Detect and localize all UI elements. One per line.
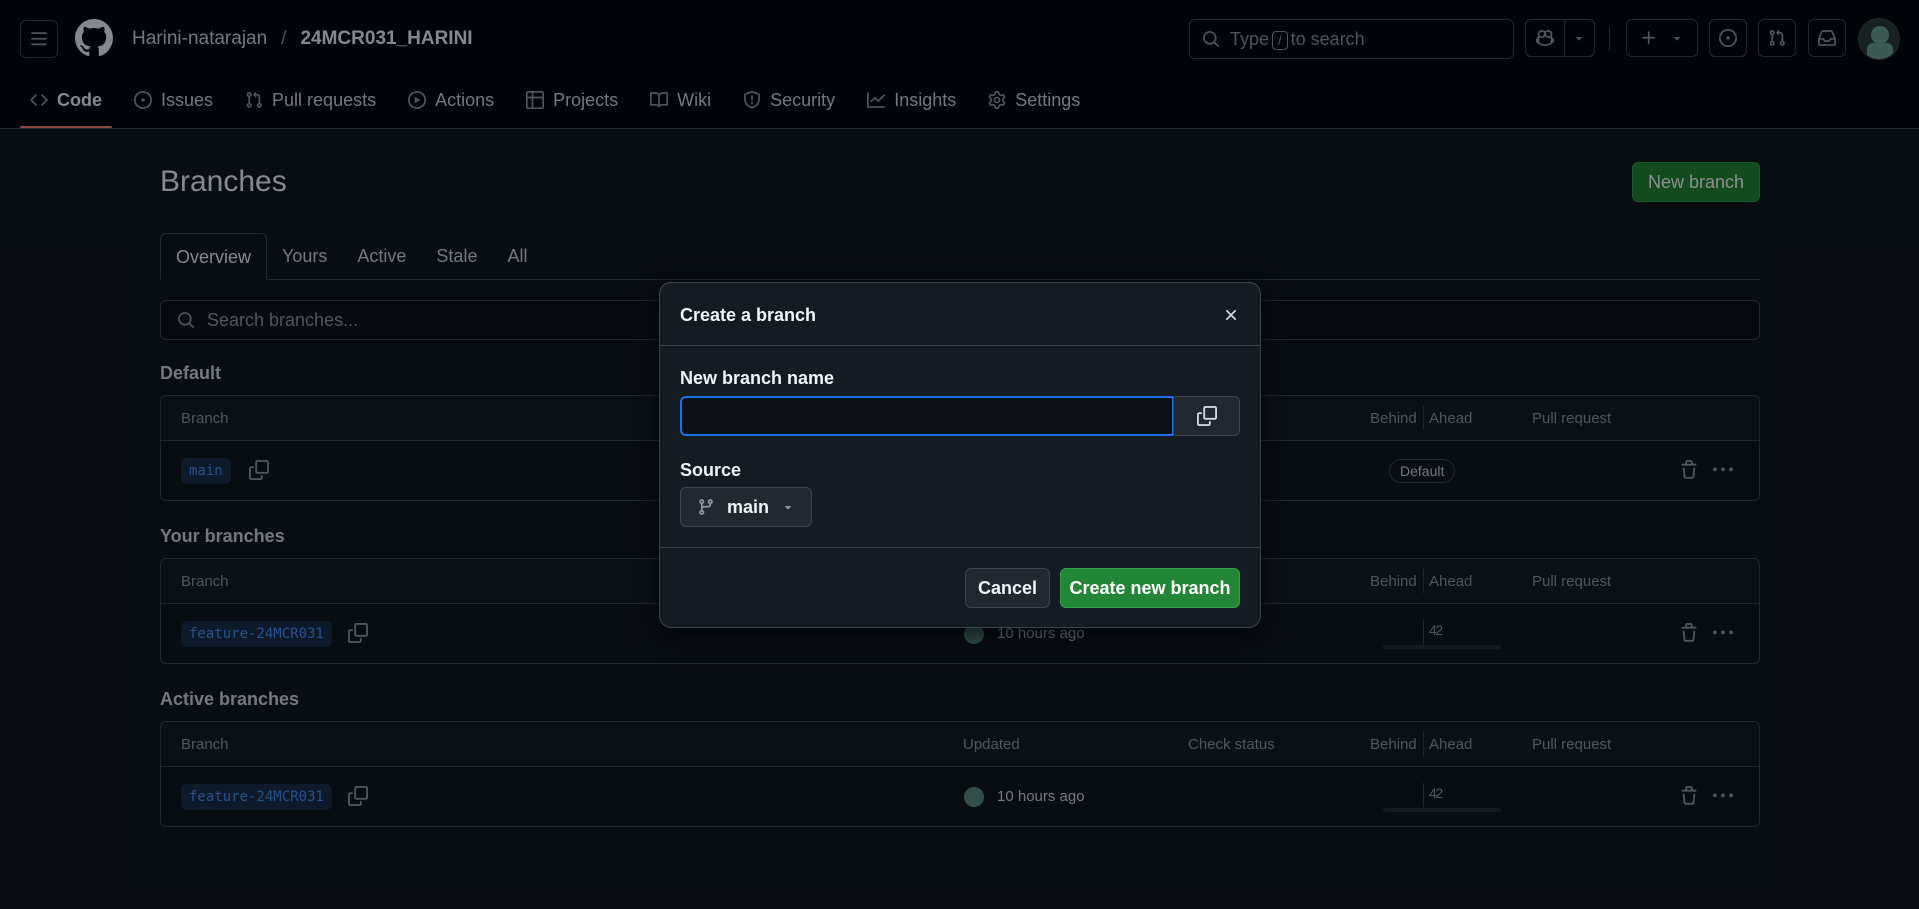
source-branch-value: main	[727, 496, 770, 517]
triangle-down-icon	[784, 506, 792, 510]
cancel-button[interactable]: Cancel	[965, 568, 1050, 608]
branch-name-label: New branch name	[680, 368, 835, 388]
source-label: Source	[680, 460, 742, 480]
copy-icon	[1196, 406, 1217, 426]
create-branch-dialog: Create a branch New branch name Source m…	[659, 282, 1261, 628]
create-new-branch-button[interactable]: Create new branch	[1060, 568, 1240, 608]
dialog-footer: Cancel Create new branch	[660, 547, 1260, 627]
copy-branch-name-button[interactable]	[1173, 396, 1240, 436]
close-icon[interactable]	[1222, 306, 1240, 324]
branch-name-input[interactable]	[680, 396, 1174, 436]
git-branch-icon	[699, 499, 713, 515]
source-branch-select[interactable]: main	[680, 487, 812, 527]
dialog-header: Create a branch	[660, 283, 1260, 346]
dialog-title: Create a branch	[680, 305, 817, 325]
